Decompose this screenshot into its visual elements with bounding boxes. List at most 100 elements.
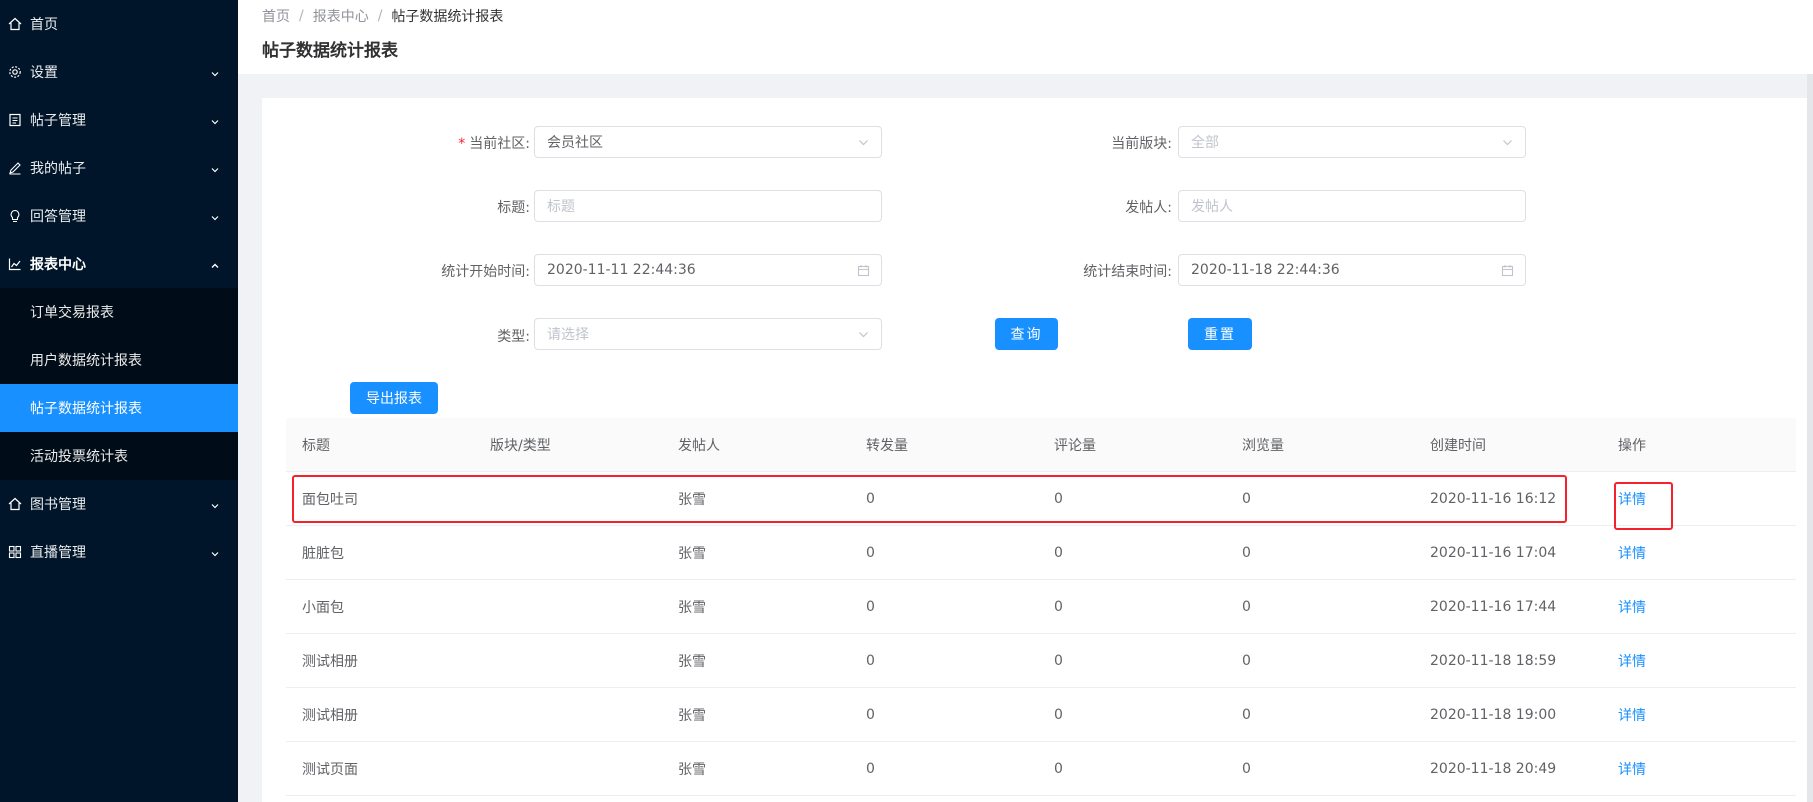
detail-link[interactable]: 详情: [1618, 546, 1646, 562]
menu-answers[interactable]: 回答管理: [0, 192, 238, 240]
cell-created: 2020-11-18 20:49: [1430, 760, 1557, 777]
menu-post-management-label: 帖子管理: [30, 113, 86, 129]
sidebar-item-post-report[interactable]: 帖子数据统计报表: [0, 384, 238, 432]
title-input-placeholder: 标题: [547, 199, 575, 215]
cell-created: 2020-11-18 18:59: [1430, 652, 1557, 669]
cell-poster: 张雪: [678, 491, 706, 508]
sidebar-item-vote-report[interactable]: 活动投票统计表: [0, 432, 238, 480]
community-select[interactable]: 会员社区: [534, 126, 882, 158]
cell-comments: 0: [1054, 598, 1063, 615]
poster-input[interactable]: 发帖人: [1178, 190, 1526, 222]
detail-link[interactable]: 详情: [1618, 600, 1646, 616]
cell-comments: 0: [1054, 490, 1063, 507]
table-row: 小面包 张雪 0 0 0 2020-11-16 17:44 详情: [286, 580, 1796, 634]
sidebar-item-user-report[interactable]: 用户数据统计报表: [0, 336, 238, 384]
grid-icon: [8, 545, 22, 559]
board-select-placeholder: 全部: [1191, 135, 1219, 151]
detail-link[interactable]: 详情: [1618, 492, 1646, 508]
cell-title: 面包吐司: [302, 491, 358, 508]
document-icon: [8, 113, 22, 127]
breadcrumb-home[interactable]: 首页: [262, 6, 290, 26]
menu-answers-label: 回答管理: [30, 209, 86, 225]
start-time-value: 2020-11-11 22:44:36: [547, 262, 696, 278]
menu-books[interactable]: 图书管理: [0, 480, 238, 528]
cell-views: 0: [1242, 652, 1251, 669]
page-header: 首页 / 报表中心 / 帖子数据统计报表 帖子数据统计报表: [238, 0, 1813, 74]
cell-poster: 张雪: [678, 707, 706, 724]
type-select[interactable]: 请选择: [534, 318, 882, 350]
chevron-down-icon: [210, 547, 220, 557]
breadcrumb-reports[interactable]: 报表中心: [313, 6, 369, 26]
detail-link[interactable]: 详情: [1618, 654, 1646, 670]
column-header: 操作: [1618, 437, 1646, 454]
start-time-label: 统计开始时间:: [441, 264, 530, 280]
type-label: 类型:: [497, 329, 530, 345]
column-header: 创建时间: [1430, 437, 1486, 454]
cell-shares: 0: [866, 760, 875, 777]
menu-books-label: 图书管理: [30, 497, 86, 513]
table-row: 测试页面 张雪 0 0 0 2020-11-18 20:49 详情: [286, 742, 1796, 796]
column-header: 发帖人: [678, 437, 720, 454]
sidebar-item-order-report[interactable]: 订单交易报表: [0, 288, 238, 336]
cell-views: 0: [1242, 490, 1251, 507]
community-select-value: 会员社区: [547, 135, 603, 151]
community-label-text: 当前社区:: [469, 136, 530, 152]
menu-live[interactable]: 直播管理: [0, 528, 238, 576]
cell-comments: 0: [1054, 760, 1063, 777]
breadcrumb: 首页 / 报表中心 / 帖子数据统计报表: [262, 6, 503, 26]
menu-my-posts[interactable]: 我的帖子: [0, 144, 238, 192]
end-time-picker[interactable]: 2020-11-18 22:44:36: [1178, 254, 1526, 286]
menu-my-posts-label: 我的帖子: [30, 161, 86, 177]
start-time-picker[interactable]: 2020-11-11 22:44:36: [534, 254, 882, 286]
chevron-down-icon: [210, 211, 220, 221]
chevron-down-icon: [210, 163, 220, 173]
title-label: 标题:: [497, 200, 530, 216]
cell-poster: 张雪: [678, 599, 706, 616]
table-row: 测试相册 张雪 0 0 0 2020-11-18 19:00 详情: [286, 688, 1796, 742]
column-header: 评论量: [1054, 437, 1096, 454]
title-input[interactable]: 标题: [534, 190, 882, 222]
detail-link[interactable]: 详情: [1618, 708, 1646, 724]
page-scrollbar[interactable]: [1807, 74, 1813, 802]
community-label: * 当前社区:: [430, 133, 530, 153]
breadcrumb-separator: /: [299, 8, 304, 24]
cell-views: 0: [1242, 760, 1251, 777]
calendar-icon: [1501, 264, 1514, 277]
bulb-icon: [8, 209, 22, 223]
menu-post-management[interactable]: 帖子管理: [0, 96, 238, 144]
table-header: 标题 版块/类型 发帖人 转发量 评论量 浏览量 创建时间 操作: [286, 418, 1796, 472]
sidebar: 首页 设置 帖子管理 我的帖子 回答管理 报表中心 订单交易报表 用户数据统计报…: [0, 0, 238, 802]
gear-icon: [8, 65, 22, 79]
cell-created: 2020-11-16 17:04: [1430, 544, 1557, 561]
cell-shares: 0: [866, 490, 875, 507]
detail-link[interactable]: 详情: [1618, 762, 1646, 778]
poster-label: 发帖人:: [1125, 200, 1172, 216]
chevron-down-icon: [210, 115, 220, 125]
cell-created: 2020-11-16 16:12: [1430, 490, 1557, 507]
cell-created: 2020-11-16 17:44: [1430, 598, 1557, 615]
menu-settings[interactable]: 设置: [0, 48, 238, 96]
table-row: 测试相册 张雪 0 0 0 2020-11-18 18:59 详情: [286, 634, 1796, 688]
line-chart-icon: [8, 257, 22, 271]
cell-title: 测试相册: [302, 707, 358, 724]
post-stats-table: 标题 版块/类型 发帖人 转发量 评论量 浏览量 创建时间 操作 面包吐司 张雪…: [286, 418, 1796, 796]
chevron-down-icon: [857, 328, 870, 341]
cell-comments: 0: [1054, 706, 1063, 723]
reports-submenu: 订单交易报表 用户数据统计报表 帖子数据统计报表 活动投票统计表: [0, 288, 238, 480]
cell-poster: 张雪: [678, 653, 706, 670]
cell-created: 2020-11-18 19:00: [1430, 706, 1557, 723]
menu-reports-label: 报表中心: [30, 257, 86, 273]
reset-button[interactable]: 重置: [1188, 318, 1252, 350]
export-button[interactable]: 导出报表: [350, 382, 438, 414]
cell-shares: 0: [866, 706, 875, 723]
table-row: 脏脏包 张雪 0 0 0 2020-11-16 17:04 详情: [286, 526, 1796, 580]
menu-home[interactable]: 首页: [0, 0, 238, 48]
chevron-down-icon: [857, 136, 870, 149]
menu-reports[interactable]: 报表中心: [0, 240, 238, 288]
query-button[interactable]: 查询: [995, 318, 1058, 350]
type-select-placeholder: 请选择: [547, 327, 589, 343]
breadcrumb-separator: /: [377, 8, 383, 24]
calendar-icon: [857, 264, 870, 277]
home-icon: [8, 497, 22, 511]
board-select[interactable]: 全部: [1178, 126, 1526, 158]
